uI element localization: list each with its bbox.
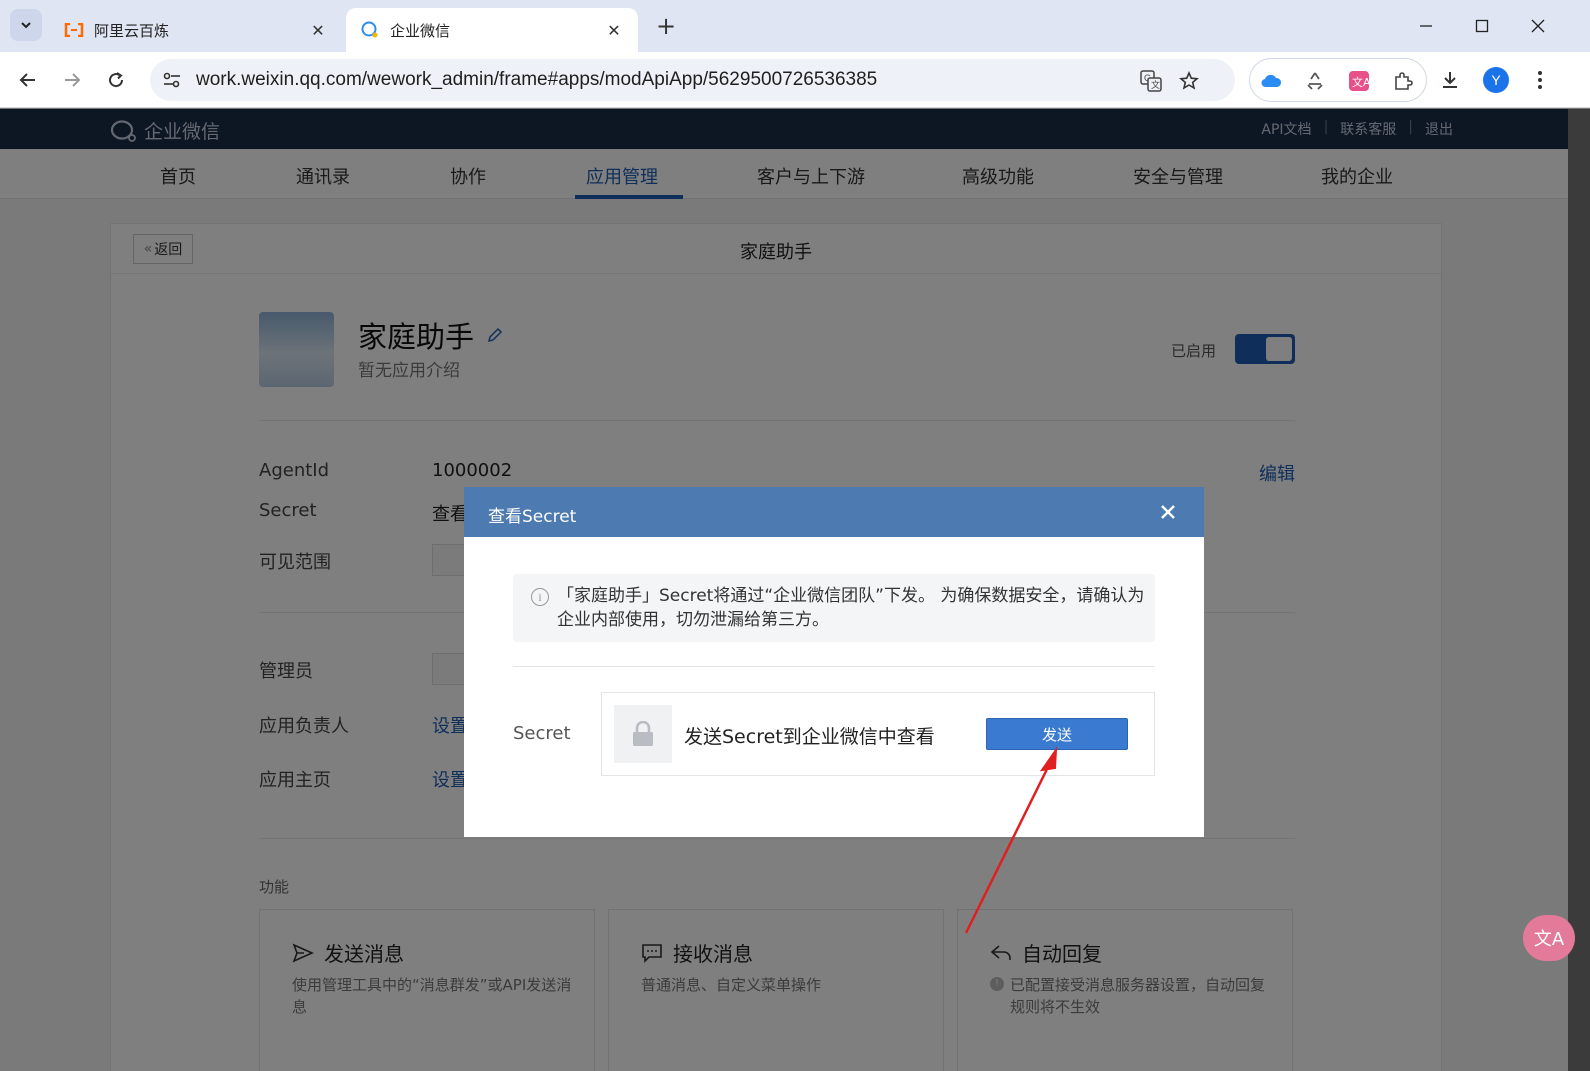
secret-field-label: Secret (513, 723, 571, 744)
cloud-icon[interactable] (1258, 68, 1284, 94)
site-settings-icon[interactable] (160, 68, 184, 92)
close-icon[interactable]: ✕ (604, 20, 624, 40)
lock-icon (614, 705, 672, 763)
tab-wework[interactable]: 企业微信 ✕ (346, 8, 638, 52)
secret-send-text: 发送Secret到企业微信中查看 (684, 726, 935, 748)
browser-tab-bar: 阿里云百炼 ✕ 企业微信 ✕ + (0, 0, 1590, 52)
close-icon (1161, 505, 1175, 519)
view-secret-dialog: 查看Secret i 「家庭助手」Secret将通过“企业微信团队”下发。 为确… (464, 487, 1204, 837)
reload-icon (109, 72, 124, 88)
wework-icon (360, 20, 380, 40)
close-icon[interactable]: ✕ (308, 20, 328, 40)
browser-menu-button[interactable] (1524, 64, 1556, 96)
minimize-button[interactable] (1406, 10, 1446, 42)
more-vertical-icon (1538, 71, 1542, 89)
download-button[interactable] (1434, 64, 1466, 96)
arrow-right-icon (65, 73, 81, 87)
maximize-icon (1475, 19, 1489, 33)
new-tab-button[interactable]: + (652, 12, 680, 40)
dialog-header: 查看Secret (464, 487, 1204, 537)
avatar: Y (1483, 67, 1509, 93)
dialog-close-button[interactable] (1154, 498, 1182, 526)
divider (513, 666, 1155, 667)
aliyun-icon (64, 20, 84, 40)
profile-button[interactable]: Y (1480, 64, 1512, 96)
recycle-icon[interactable] (1302, 68, 1328, 94)
svg-text:文: 文 (1151, 79, 1160, 91)
dialog-title: 查看Secret (488, 507, 577, 527)
tab-title: 阿里云百炼 (94, 21, 170, 40)
browser-toolbar: work.weixin.qq.com/wework_admin/frame#ap… (0, 52, 1590, 108)
translate-icon[interactable]: G文 (1138, 68, 1164, 94)
tab-title: 企业微信 (390, 21, 451, 40)
back-nav-button[interactable] (12, 64, 44, 96)
secret-send-box: 发送Secret到企业微信中查看 发送 (601, 692, 1155, 776)
address-bar[interactable]: work.weixin.qq.com/wework_admin/frame#ap… (150, 59, 1235, 101)
notice-box: i 「家庭助手」Secret将通过“企业微信团队”下发。 为确保数据安全，请确认… (513, 574, 1155, 642)
bookmark-star-icon[interactable] (1176, 68, 1202, 94)
extensions-group: 文A (1249, 58, 1427, 102)
notice-text: 「家庭助手」Secret将通过“企业微信团队”下发。 为确保数据安全，请确认为企… (557, 586, 1145, 630)
maximize-button[interactable] (1462, 10, 1502, 42)
extensions-puzzle-icon[interactable] (1390, 68, 1416, 94)
tab-aliyun[interactable]: 阿里云百炼 ✕ (50, 8, 342, 52)
url-text: work.weixin.qq.com/wework_admin/frame#ap… (196, 69, 878, 90)
translate-extension-icon[interactable]: 文A (1346, 68, 1372, 94)
tab-search-button[interactable] (10, 9, 42, 41)
reload-button[interactable] (100, 64, 132, 96)
floating-translate-button[interactable]: 文A (1523, 915, 1575, 961)
forward-nav-button[interactable] (56, 64, 88, 96)
info-icon: i (531, 588, 549, 606)
arrow-left-icon (19, 73, 35, 87)
send-secret-button[interactable]: 发送 (986, 718, 1128, 750)
translate-icon: 文A (1533, 929, 1565, 950)
close-icon (1531, 19, 1545, 33)
svg-text:文A: 文A (1352, 75, 1370, 89)
window-close-button[interactable] (1518, 10, 1558, 42)
download-icon (1443, 72, 1457, 88)
minimize-icon (1420, 25, 1432, 27)
chevron-down-icon (21, 22, 31, 29)
